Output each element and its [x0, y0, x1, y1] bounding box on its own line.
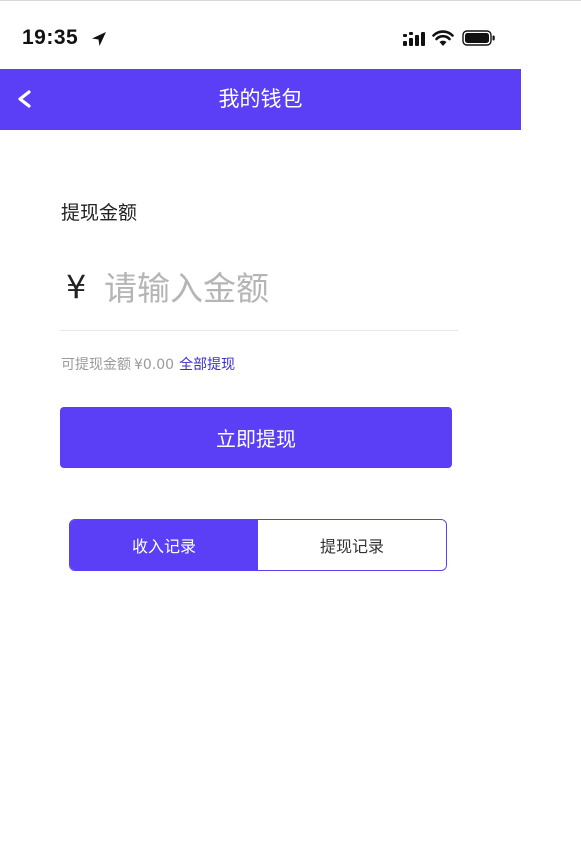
signal-icon — [403, 32, 425, 46]
amount-input[interactable] — [104, 264, 444, 312]
withdraw-all-link[interactable]: 全部提现 — [179, 357, 235, 373]
available-balance-label: 可提现金额 — [61, 357, 131, 373]
wifi-icon — [432, 30, 454, 46]
input-divider — [60, 330, 458, 331]
status-bar: 19:35 — [0, 0, 521, 68]
back-button[interactable] — [10, 83, 40, 115]
nav-bar: 我的钱包 — [0, 69, 521, 130]
withdraw-amount-label: 提现金额 — [61, 202, 138, 224]
available-balance-row: 可提现金额 ¥0.00 全部提现 — [61, 354, 235, 374]
page-title: 我的钱包 — [218, 87, 303, 111]
currency-symbol: ¥ — [66, 268, 87, 306]
records-tab-group: 收入记录 提现记录 — [69, 519, 447, 571]
wallet-page: 19:35 我的钱包 提现金额 ¥ 请输入金额 可提现金额 ¥0.00 全部提现… — [0, 0, 581, 848]
tab-income-records[interactable]: 收入记录 — [70, 520, 258, 570]
battery-icon — [462, 30, 495, 46]
tab-withdraw-records[interactable]: 提现记录 — [258, 520, 446, 570]
status-time: 19:35 — [22, 26, 79, 49]
withdraw-now-button[interactable]: 立即提现 — [60, 407, 452, 468]
location-arrow-icon — [92, 32, 106, 46]
available-balance-amount: ¥0.00 — [134, 357, 175, 373]
